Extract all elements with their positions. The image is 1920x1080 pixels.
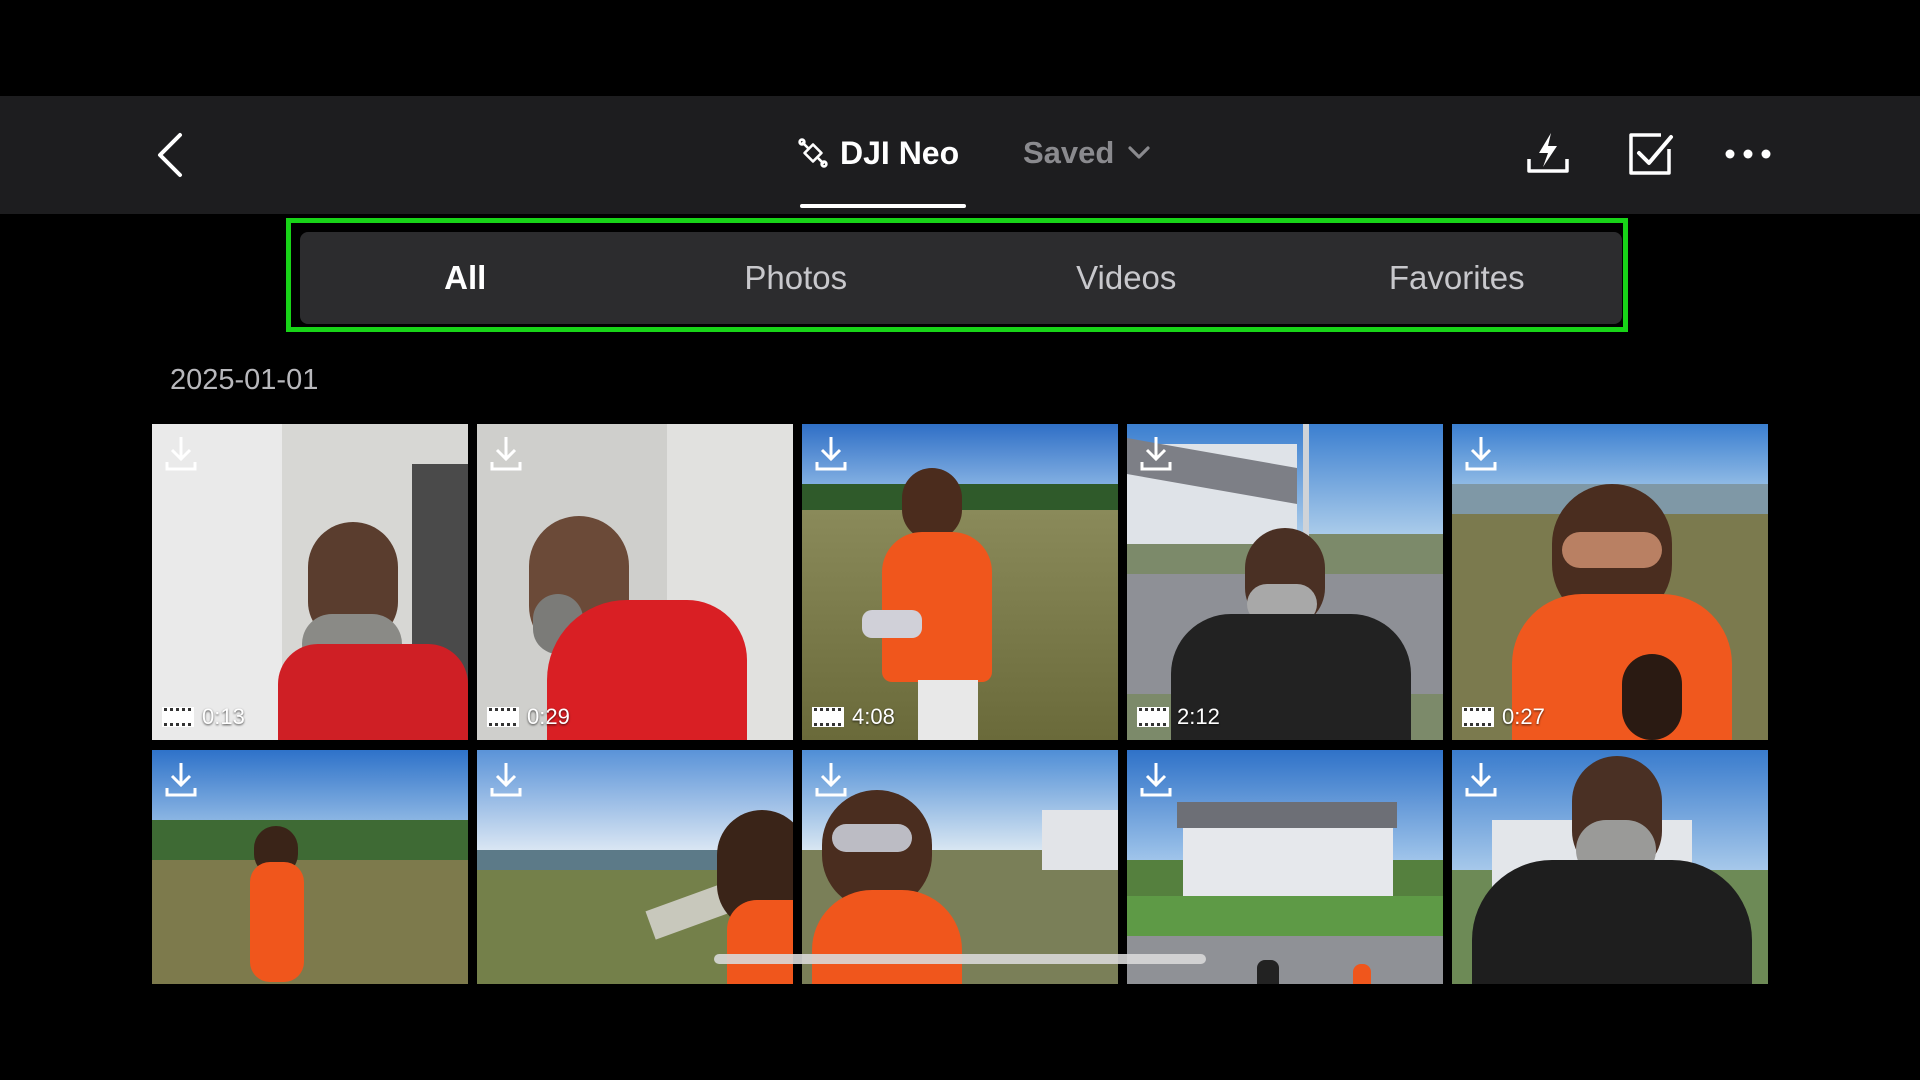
film-strip-icon — [1137, 707, 1169, 727]
back-chevron-icon — [158, 133, 182, 177]
filter-tab-all[interactable]: All — [300, 232, 631, 324]
duration-label: 2:12 — [1177, 704, 1220, 729]
media-grid: 0:13 0:29 4:08 2:12 0:27 — [152, 424, 1768, 984]
film-strip-icon — [812, 707, 844, 727]
checkbox-select-icon — [1629, 133, 1673, 175]
chevron-down-icon — [1128, 146, 1150, 159]
drone-icon — [798, 138, 828, 168]
media-thumbnail[interactable] — [152, 750, 468, 984]
filter-tab-videos[interactable]: Videos — [961, 232, 1292, 324]
download-icon[interactable] — [814, 434, 848, 472]
media-thumbnail[interactable]: 0:13 — [152, 424, 468, 740]
media-thumbnail[interactable] — [477, 750, 793, 984]
media-thumbnail[interactable]: 2:12 — [1127, 424, 1443, 740]
video-duration: 0:27 — [1462, 704, 1545, 730]
download-icon[interactable] — [814, 760, 848, 798]
bottom-safe-area — [0, 984, 1920, 1080]
download-icon[interactable] — [489, 760, 523, 798]
download-icon[interactable] — [164, 434, 198, 472]
scroll-indicator[interactable] — [714, 954, 1206, 964]
quick-download-icon — [1527, 133, 1569, 173]
video-duration: 4:08 — [812, 704, 895, 730]
media-thumbnail[interactable] — [802, 750, 1118, 984]
download-icon[interactable] — [164, 760, 198, 798]
duration-label: 0:27 — [1502, 704, 1545, 729]
duration-label: 0:29 — [527, 704, 570, 729]
film-strip-icon — [1462, 707, 1494, 727]
active-tab-underline — [800, 204, 966, 208]
top-app-bar: DJI Neo Saved — [0, 96, 1920, 214]
download-icon[interactable] — [489, 434, 523, 472]
date-group-header: 2025-01-01 — [170, 364, 319, 396]
download-icon[interactable] — [1139, 760, 1173, 798]
video-duration: 0:29 — [487, 704, 570, 730]
duration-label: 0:13 — [202, 704, 245, 729]
film-strip-icon — [162, 707, 194, 727]
video-duration: 2:12 — [1137, 704, 1220, 730]
device-source-label: DJI Neo — [840, 134, 960, 171]
media-thumbnail[interactable] — [1127, 750, 1443, 984]
film-strip-icon — [487, 707, 519, 727]
filter-tab-photos[interactable]: Photos — [631, 232, 962, 324]
saved-source-label: Saved — [1023, 135, 1115, 170]
media-thumbnail[interactable] — [1452, 750, 1768, 984]
select-button[interactable] — [1622, 126, 1678, 182]
filter-tab-favorites[interactable]: Favorites — [1292, 232, 1623, 324]
device-source-tab[interactable]: DJI Neo — [798, 118, 959, 188]
album-screen: DJI Neo Saved All Photos Videos Favorite… — [0, 0, 1920, 1080]
more-options-button[interactable] — [1720, 126, 1776, 182]
saved-source-tab[interactable]: Saved — [1023, 118, 1152, 188]
media-thumbnail[interactable]: 4:08 — [802, 424, 1118, 740]
more-dots-icon — [1725, 149, 1771, 159]
download-icon[interactable] — [1464, 760, 1498, 798]
duration-label: 4:08 — [852, 704, 895, 729]
download-icon[interactable] — [1139, 434, 1173, 472]
download-icon[interactable] — [1464, 434, 1498, 472]
quick-transfer-button[interactable] — [1520, 126, 1576, 182]
media-filter-tabs: All Photos Videos Favorites — [300, 232, 1622, 324]
back-button[interactable] — [150, 129, 194, 181]
media-thumbnail[interactable]: 0:27 — [1452, 424, 1768, 740]
media-thumbnail[interactable]: 0:29 — [477, 424, 793, 740]
video-duration: 0:13 — [162, 704, 245, 730]
